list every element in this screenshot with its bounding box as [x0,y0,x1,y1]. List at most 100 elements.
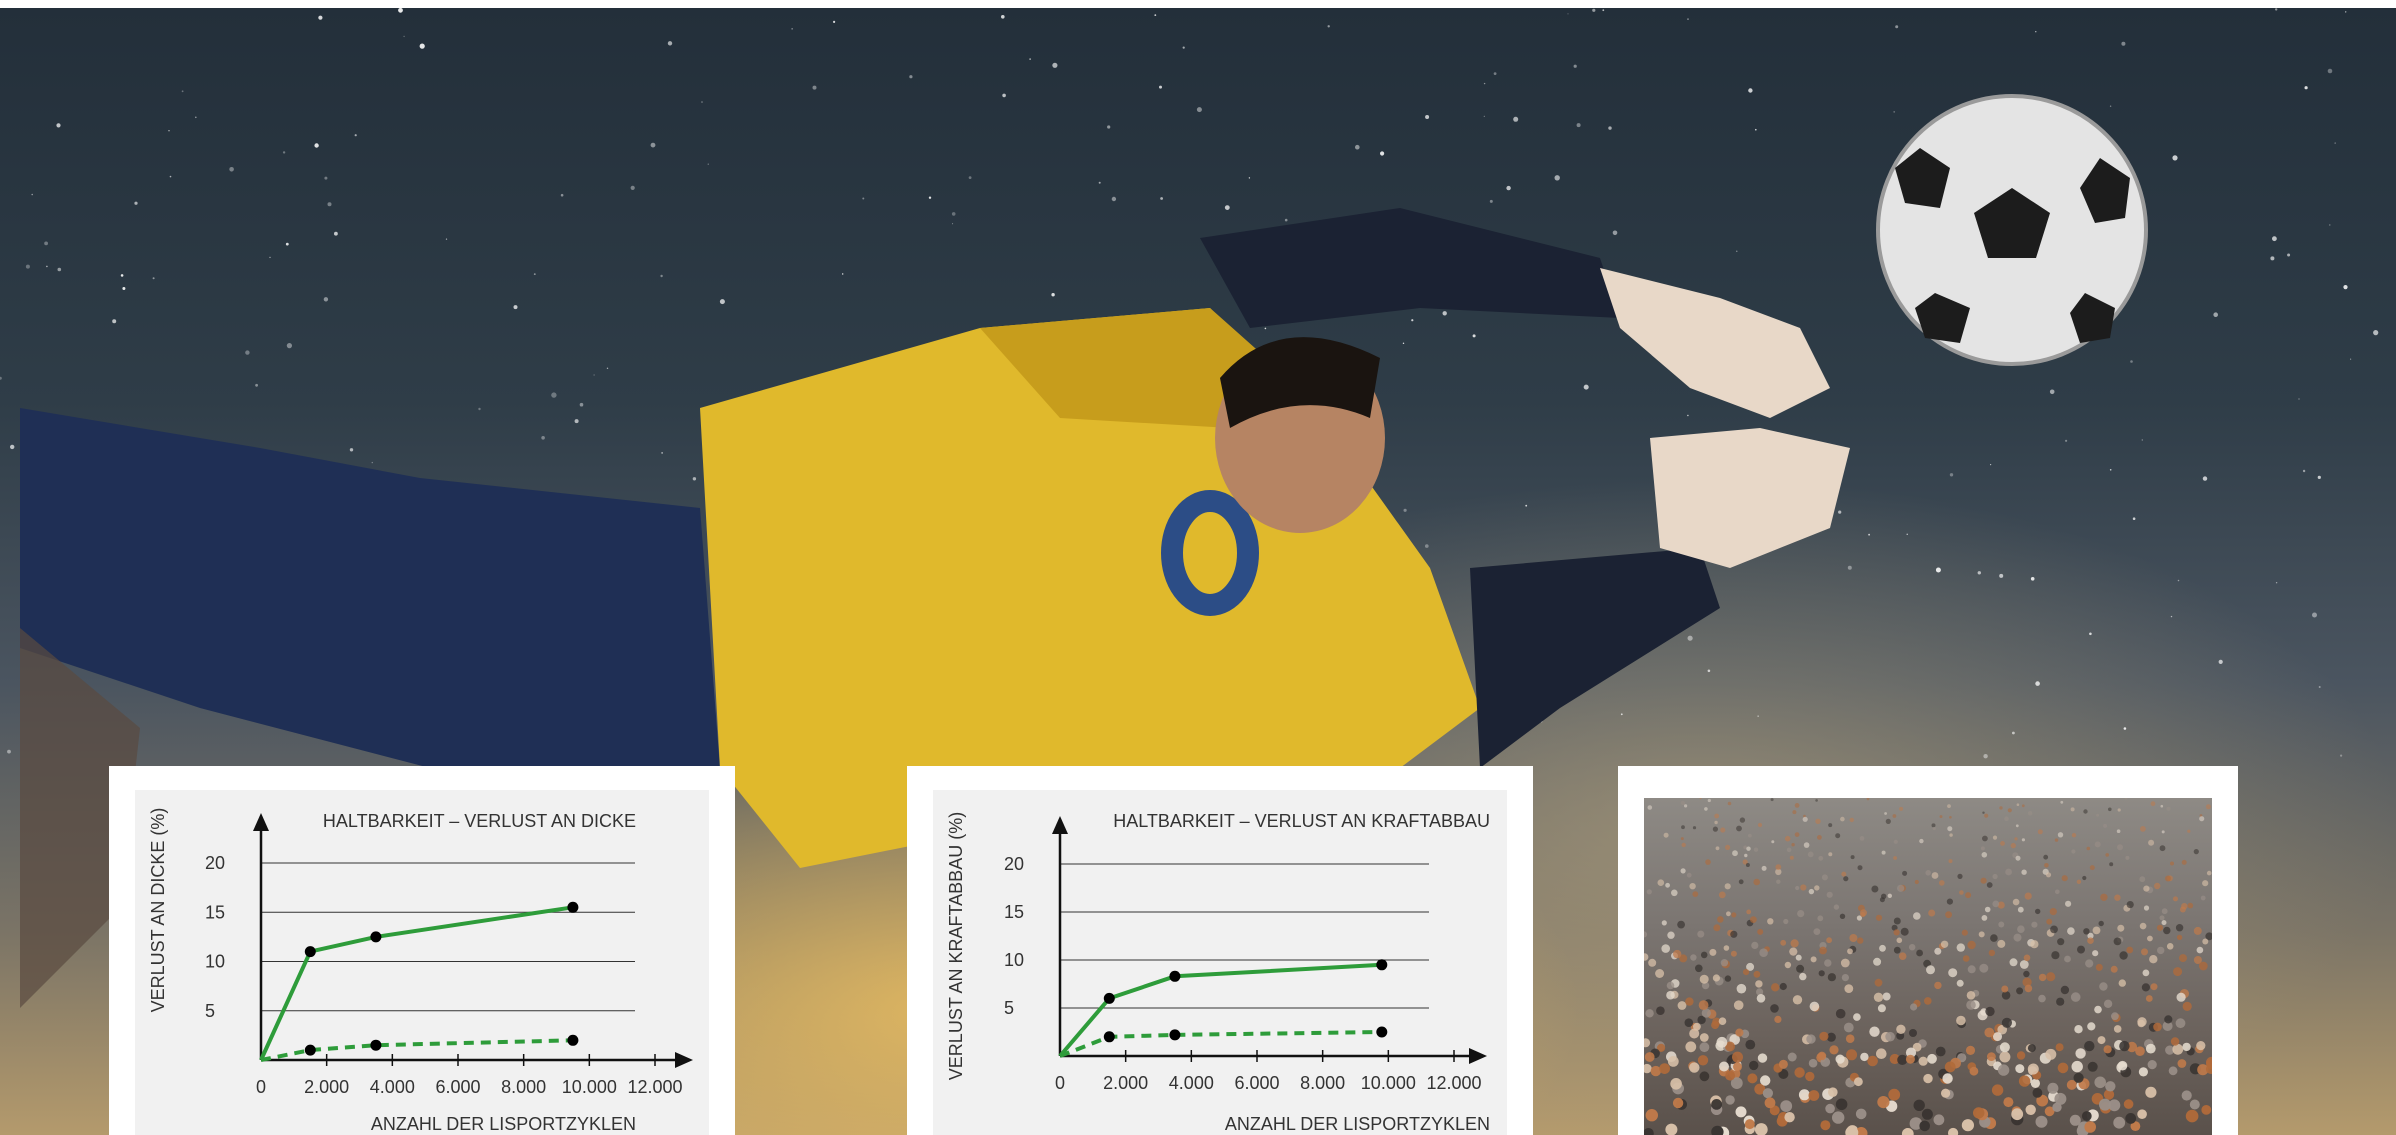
granule [1689,1028,1700,1039]
granule [2153,1022,2162,1032]
star [928,196,932,199]
star [1442,311,1447,316]
star [1159,85,1162,89]
granule [1713,924,1721,932]
granule [1645,1109,1658,1122]
granule [1751,941,1759,949]
granule [2017,925,2025,933]
granule [1987,1052,1996,1061]
granule [2027,1044,2036,1053]
granule [1914,879,1919,885]
granule [1897,884,1905,892]
granule [1835,833,1841,839]
granule [2067,927,2075,935]
granule [1645,1009,1654,1018]
granule [1644,1128,1654,1135]
granule [2176,992,2186,1002]
rubber-granulate-photo [1644,798,2212,1135]
granule [1948,968,1958,978]
granule [1981,852,1988,858]
star [1160,197,1163,200]
granule [1984,813,1989,818]
granule [2176,934,2183,941]
star [1736,250,1738,252]
star [1425,544,1429,548]
granule [1893,917,1901,925]
granule [2137,1109,2147,1119]
granule [1767,918,1774,925]
granule [2145,1043,2156,1054]
star [2170,615,2173,618]
granule [2069,1114,2081,1126]
granule [1947,804,1951,808]
granule [1829,1045,1839,1055]
granule [1859,836,1865,841]
granule [1934,981,1942,990]
granule [1648,958,1657,967]
data-point [304,946,316,958]
granule [1699,798,1702,800]
star [2218,659,2223,665]
x-tick-label: 0 [256,1077,266,1097]
granule [1817,915,1824,922]
granule [1750,916,1757,923]
granule [1724,883,1731,890]
star [1098,181,1101,184]
granule [1815,818,1821,824]
granule [1832,1111,1845,1124]
granule [2094,1076,2106,1089]
granule [2019,960,2029,969]
granule [2105,853,2109,857]
granule [2126,901,2134,909]
chart-card-force: 0 2.000 4.000 6.000 8.000 10.000 12.000 5 10 15 20… [907,766,1533,1135]
granule [1657,879,1665,886]
star [862,197,865,200]
star [1489,199,1493,203]
data-point [1376,1026,1388,1038]
y-axis-label: VERLUST AN KRAFTABBAU (%) [946,812,966,1080]
granule [2092,926,2101,935]
star [324,176,328,180]
granule [1757,1053,1768,1063]
granule [1732,850,1738,857]
granule [1933,1114,1945,1126]
star [1264,327,1267,330]
granule [2113,1116,2126,1129]
granule [1689,883,1696,890]
granule [1841,871,1847,877]
star [719,299,725,305]
star [1196,107,1202,113]
granule [1887,893,1892,898]
star [478,407,481,411]
star [2123,727,2127,730]
granule [2015,1064,2025,1074]
granule [1685,997,1694,1006]
granule [1885,1031,1895,1042]
granule [1776,879,1781,884]
granule [1684,804,1688,808]
granule [2181,1090,2192,1101]
star [1380,151,1385,156]
granule [1993,1032,2002,1042]
granule [2182,1042,2191,1052]
granule [2057,1062,2069,1074]
star [1182,46,1185,49]
granule [2148,839,2155,846]
granule [2202,880,2209,887]
star [7,749,11,754]
granule [2175,924,2184,932]
y-tick-label: 20 [1004,854,1024,874]
granule [2143,885,2150,892]
granule [1784,961,1792,969]
granule [2031,921,2038,928]
granule [1695,964,1703,973]
granule [1873,992,1884,1002]
granule [1893,856,1897,860]
granule [2193,849,2199,855]
granule [2117,924,2125,932]
chart-title: HALTBARKEIT – VERLUST AN DICKE [323,811,636,831]
granule [1926,965,1935,975]
granule [1802,816,1808,822]
granule [1841,974,1849,982]
granule [1712,826,1718,832]
